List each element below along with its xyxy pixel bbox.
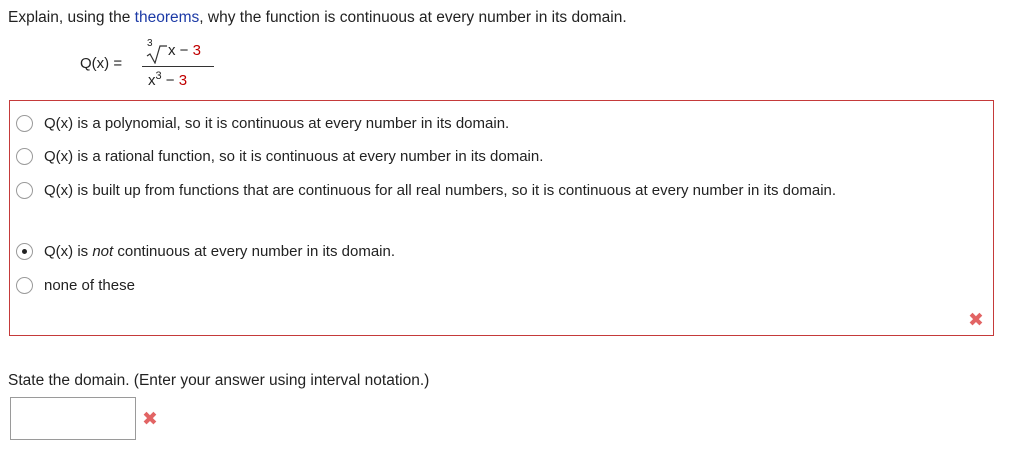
den-const: 3 — [178, 72, 188, 89]
radio-button[interactable] — [16, 182, 33, 199]
radio-button[interactable] — [16, 148, 33, 165]
choice-label: none of these — [44, 277, 135, 294]
incorrect-x-icon: ✖ — [968, 310, 984, 331]
answer-choices: Q(x) is a polynomial, so it is continuou… — [9, 100, 994, 336]
radicand-var: x − — [168, 42, 193, 59]
radicand-const: 3 — [192, 42, 201, 59]
radio-button[interactable] — [16, 115, 33, 132]
choice-none[interactable]: none of these — [16, 274, 135, 298]
domain-prompt: State the domain. (Enter your answer usi… — [8, 372, 430, 389]
prompt-text-before: Explain, using the — [8, 9, 135, 26]
choice-label-emphasis: not — [92, 243, 114, 260]
den-base: x — [148, 72, 156, 89]
domain-input[interactable] — [10, 397, 136, 440]
radicand: x − 3 — [168, 42, 201, 59]
choice-label-after: continuous at every number in its domain… — [113, 243, 396, 260]
choice-label: Q(x) is a rational function, so it is co… — [44, 148, 544, 165]
choice-built-up[interactable]: Q(x) is built up from functions that are… — [16, 179, 974, 203]
radio-button[interactable] — [16, 277, 33, 294]
choice-polynomial[interactable]: Q(x) is a polynomial, so it is continuou… — [16, 112, 509, 136]
formula-lhs: Q(x) = — [80, 55, 123, 72]
choice-label: Q(x) is built up from functions that are… — [44, 182, 837, 199]
choice-label: Q(x) is not continuous at every number i… — [44, 240, 395, 264]
question-prompt: Explain, using the theorems, why the fun… — [8, 8, 627, 28]
fraction-bar — [142, 66, 214, 67]
radio-button-selected[interactable] — [16, 243, 33, 260]
fraction-denominator: x3 − 3 — [148, 70, 187, 89]
prompt-text-after: , why the function is continuous at ever… — [199, 9, 627, 26]
domain-incorrect-x-icon: ✖ — [142, 409, 158, 430]
den-minus: − — [161, 72, 179, 89]
choice-not-continuous[interactable]: Q(x) is not continuous at every number i… — [16, 240, 395, 264]
fraction-numerator: 3 x − 3 — [144, 38, 214, 64]
theorems-link[interactable]: theorems — [135, 9, 200, 26]
choice-label-before: Q(x) is — [44, 243, 93, 260]
choice-label: Q(x) is a polynomial, so it is continuou… — [44, 115, 510, 132]
choice-rational[interactable]: Q(x) is a rational function, so it is co… — [16, 145, 543, 169]
radical-icon — [146, 45, 167, 64]
formula-fraction: 3 x − 3 x 3 − 3 — [140, 38, 292, 96]
